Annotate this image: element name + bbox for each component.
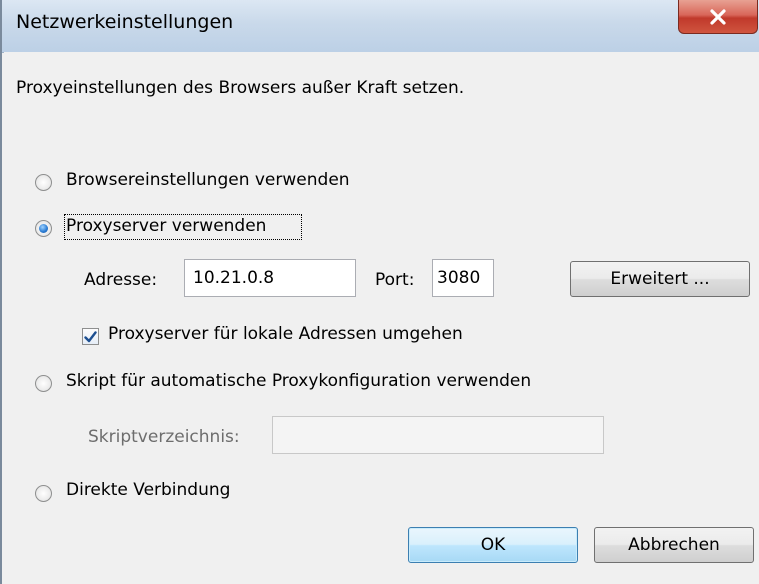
bypass-local-label[interactable]: Proxyserver für lokale Adressen umgehen xyxy=(108,324,463,344)
window-title: Netzwerkeinstellungen xyxy=(16,11,234,33)
ok-button[interactable]: OK xyxy=(408,527,578,563)
address-label: Adresse: xyxy=(84,270,158,290)
radio-direct-connection-label[interactable]: Direkte Verbindung xyxy=(66,480,230,500)
script-directory-label: Skriptverzeichnis: xyxy=(88,427,240,447)
intro-text: Proxyeinstellungen des Browsers außer Kr… xyxy=(16,78,465,98)
checkmark-icon xyxy=(84,330,97,342)
dialog-window: Netzwerkeinstellungen Proxyeinstellungen… xyxy=(0,0,759,584)
advanced-button[interactable]: Erweitert ... xyxy=(570,261,750,297)
bypass-local-checkbox[interactable] xyxy=(82,328,99,345)
address-input[interactable]: 10.21.0.8 xyxy=(184,259,356,297)
close-icon xyxy=(710,8,726,25)
port-input[interactable]: 3080 xyxy=(432,259,494,297)
port-label: Port: xyxy=(375,270,415,290)
radio-auto-config-script[interactable] xyxy=(35,375,52,392)
dialog-body: Proxyeinstellungen des Browsers außer Kr… xyxy=(4,52,759,584)
cancel-button[interactable]: Abbrechen xyxy=(594,527,754,563)
radio-proxy-server-label[interactable]: Proxyserver verwenden xyxy=(66,216,266,236)
radio-auto-config-script-label[interactable]: Skript für automatische Proxykonfigurati… xyxy=(66,371,531,391)
close-button[interactable] xyxy=(678,0,758,34)
title-bar[interactable]: Netzwerkeinstellungen xyxy=(2,0,759,53)
radio-direct-connection[interactable] xyxy=(35,485,52,502)
radio-browser-settings[interactable] xyxy=(35,174,52,191)
radio-proxy-server[interactable] xyxy=(35,220,52,237)
script-directory-input[interactable] xyxy=(272,416,604,454)
radio-browser-settings-label[interactable]: Browsereinstellungen verwenden xyxy=(66,170,350,190)
radio-selected-dot xyxy=(39,224,48,233)
